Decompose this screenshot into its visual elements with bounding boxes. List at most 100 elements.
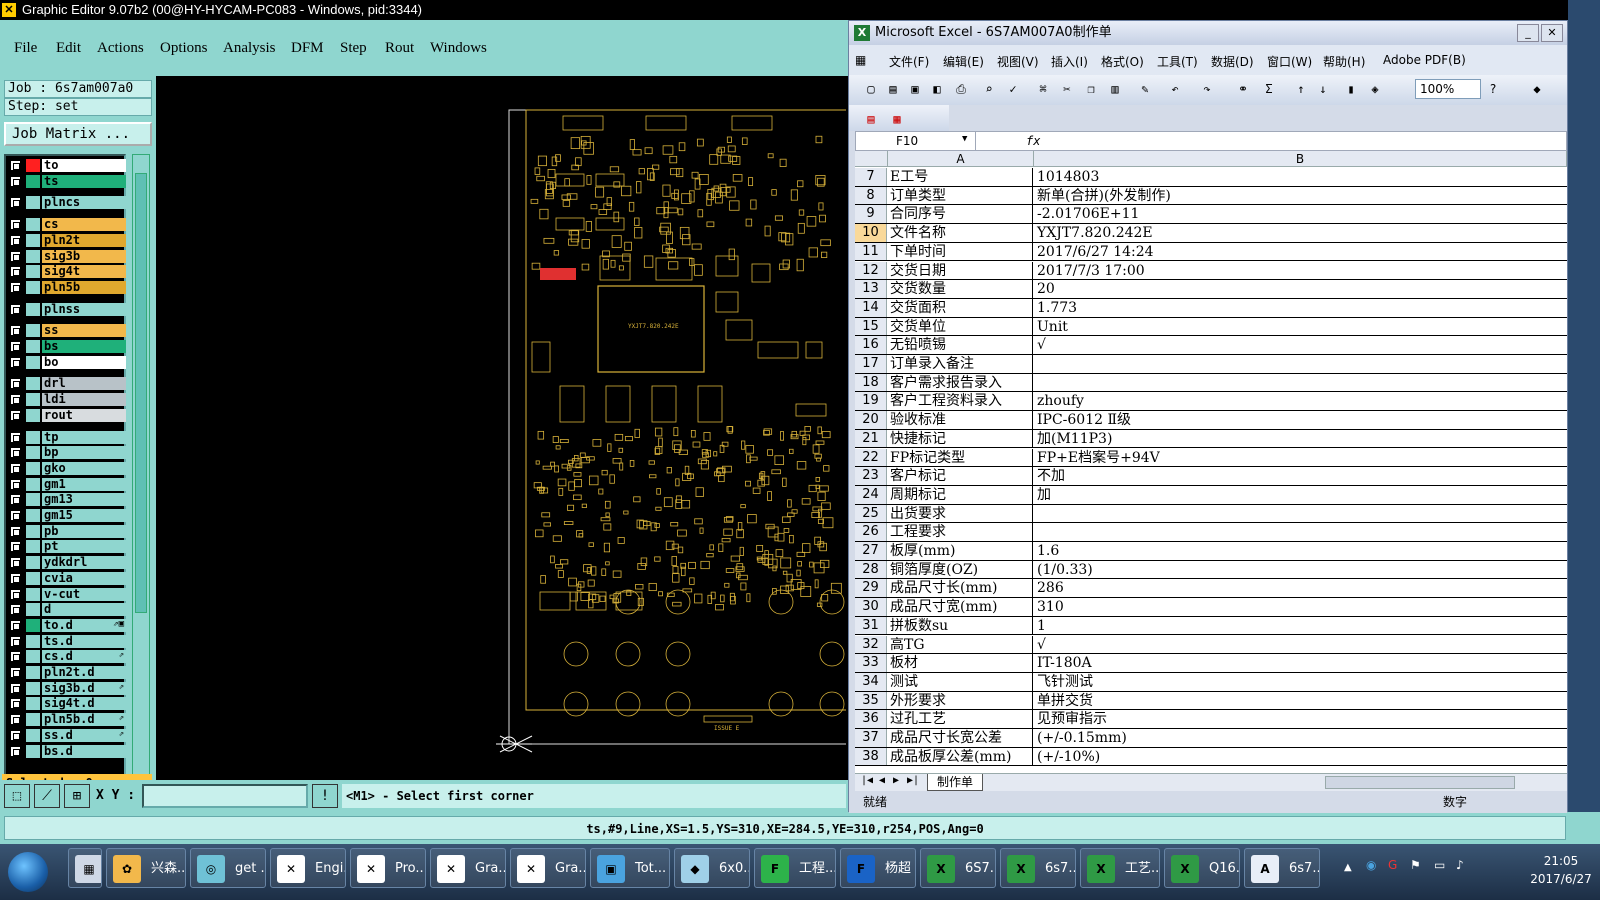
research-icon[interactable]: ⌘ — [1035, 81, 1051, 97]
taskbar-item[interactable]: X 6s7... — [1000, 848, 1076, 888]
layer-name[interactable]: cs.d — [42, 650, 126, 664]
layer-checkbox[interactable] — [10, 303, 21, 315]
save-icon[interactable]: ▣ — [907, 81, 923, 97]
print-preview-icon[interactable]: ⌕ — [981, 81, 997, 97]
cell-a[interactable]: 成品尺寸宽(mm) — [889, 598, 1033, 616]
layer-color-swatch[interactable] — [26, 744, 40, 758]
layer-color-swatch[interactable] — [26, 634, 40, 648]
layer-checkbox[interactable] — [10, 160, 21, 171]
sheet-row[interactable]: 13 交货数量 20 — [855, 280, 1567, 299]
cell-a[interactable]: 高TG — [889, 635, 1033, 654]
cell-b[interactable]: Unit — [1035, 318, 1565, 336]
layer-row-ldi[interactable]: ldi — [8, 392, 126, 407]
layer-row-gko[interactable]: gko — [8, 461, 126, 476]
sheet-row[interactable]: 35 外形要求 单拼交货 — [855, 691, 1567, 711]
layer-checkbox[interactable] — [10, 682, 21, 694]
layer-color-swatch[interactable] — [26, 408, 40, 422]
layer-name[interactable]: gko — [42, 461, 126, 475]
layer-color-swatch[interactable] — [26, 340, 40, 353]
excel-menu-tools[interactable]: 工具(T) — [1157, 53, 1198, 70]
tab-next-icon[interactable]: ▶ — [893, 775, 899, 786]
sheet-row[interactable]: 28 铜箔厚度(OZ) (1/0.33) — [855, 560, 1567, 580]
layer-checkbox[interactable] — [10, 494, 21, 506]
layer-name[interactable]: cvia — [42, 571, 126, 585]
menu-dfm[interactable]: DFM — [291, 40, 324, 57]
layer-color-swatch[interactable] — [26, 302, 40, 316]
layer-color-swatch[interactable] — [26, 650, 40, 664]
taskbar-item[interactable]: ◎ get ... — [190, 848, 266, 888]
layer-row-ydkdrl[interactable]: ydkdrl — [8, 555, 126, 570]
taskbar-item[interactable]: X 6S7... — [920, 848, 996, 888]
layer-name[interactable]: v-cut — [42, 587, 126, 601]
cell-b[interactable]: √ — [1035, 636, 1565, 654]
sheet-row[interactable]: 30 成品尺寸宽(mm) 310 — [855, 598, 1567, 617]
excel-menu-insert[interactable]: 插入(I) — [1051, 53, 1088, 70]
excel-menu-help[interactable]: 帮助(H) — [1323, 53, 1365, 70]
grid-tool-icon[interactable]: ⊞ — [64, 784, 90, 808]
sheet-row[interactable]: 33 板材 IT-180A — [855, 654, 1567, 673]
cell-b[interactable]: (+/-10%) — [1035, 748, 1565, 766]
layer-color-swatch[interactable] — [26, 603, 40, 617]
sheet-row[interactable]: 8 订单类型 新单(合拼)(外发制作) — [855, 186, 1567, 206]
layer-row-ss.d[interactable]: ss.d ⇗ — [8, 728, 126, 743]
sheet-row[interactable]: 34 测试 飞针测试 — [855, 672, 1567, 692]
layer-color-swatch[interactable] — [26, 249, 40, 263]
sheet-row[interactable]: 12 交货日期 2017/7/3 17:00 — [855, 261, 1567, 281]
row-header[interactable]: 38 — [855, 747, 887, 766]
layer-row-plncs[interactable]: plncs — [8, 195, 126, 210]
cut-icon[interactable]: ✂ — [1059, 81, 1075, 97]
cell-a[interactable]: 客户需求报告录入 — [889, 373, 1033, 392]
layer-color-swatch[interactable] — [26, 265, 40, 279]
layer-row-sig3b[interactable]: sig3b — [8, 249, 126, 264]
taskbar-item[interactable]: ✕ Engi... — [270, 848, 346, 888]
tray-expand-icon[interactable]: ▲ — [1344, 862, 1352, 873]
taskbar-item[interactable]: A 6s7... — [1244, 848, 1320, 888]
row-header[interactable]: 7 — [855, 168, 887, 186]
row-header[interactable]: 14 — [855, 298, 887, 317]
taskbar-item[interactable]: X 工艺... — [1080, 848, 1160, 888]
layer-checkbox[interactable] — [10, 219, 21, 231]
taskbar-item[interactable]: ✕ Pro... — [350, 848, 426, 888]
layer-checkbox[interactable] — [10, 378, 21, 390]
taskbar-item[interactable]: ✕ Gra... — [430, 848, 506, 888]
menu-step[interactable]: Step — [340, 40, 367, 57]
layer-name[interactable]: ts.d — [42, 634, 126, 648]
layer-color-swatch[interactable] — [26, 196, 40, 210]
cell-a[interactable]: 拼板数su — [889, 616, 1033, 635]
layer-name[interactable]: pln5b.d — [42, 713, 126, 727]
cell-b[interactable]: 2017/6/27 14:24 — [1035, 243, 1565, 261]
layer-name[interactable]: sig4t — [42, 265, 126, 279]
taskbar-item[interactable]: F 工程... — [754, 848, 836, 888]
layer-row-bo[interactable]: bo — [8, 355, 126, 370]
autosum-icon[interactable]: Σ — [1261, 81, 1277, 97]
layer-row-tp[interactable]: tp — [8, 430, 126, 445]
layer-name[interactable]: rout — [42, 408, 126, 422]
fx-icon[interactable]: fx — [1026, 132, 1046, 150]
layer-row-gm13[interactable]: gm13 — [8, 492, 126, 507]
layer-checkbox[interactable] — [10, 557, 21, 569]
layer-name[interactable]: bo — [42, 355, 126, 369]
cell-b[interactable]: (+/-0.15mm) — [1035, 729, 1565, 747]
menu-windows[interactable]: Windows — [430, 40, 487, 57]
layer-name[interactable]: sig3b.d — [42, 681, 126, 695]
cell-a[interactable]: 铜箔厚度(OZ) — [889, 560, 1033, 579]
row-header[interactable]: 37 — [855, 729, 887, 747]
menu-actions[interactable]: Actions — [97, 40, 144, 57]
cell-b[interactable]: 不加 — [1035, 467, 1565, 485]
column-header-a[interactable]: A — [888, 151, 1034, 167]
sheet-row[interactable]: 29 成品尺寸长(mm) 286 — [855, 579, 1567, 599]
layer-name[interactable]: ldi — [42, 393, 126, 407]
minimize-icon[interactable]: _ — [1517, 24, 1539, 42]
excel-menu-view[interactable]: 视图(V) — [997, 53, 1039, 70]
cell-a[interactable]: 交货单位 — [889, 317, 1033, 336]
layer-checkbox[interactable] — [10, 266, 21, 278]
layer-color-swatch[interactable] — [26, 493, 40, 507]
cell-b[interactable]: 286 — [1035, 579, 1565, 597]
layer-row-cs[interactable]: cs — [8, 217, 126, 232]
layer-row-pln2t.d[interactable]: pln2t.d — [8, 665, 126, 680]
row-header[interactable]: 8 — [855, 186, 887, 205]
row-header[interactable]: 9 — [855, 205, 887, 224]
layer-name[interactable]: tp — [42, 430, 126, 444]
sheet-row[interactable]: 18 客户需求报告录入 — [855, 373, 1567, 393]
cell-a[interactable]: 快捷标记 — [889, 429, 1033, 448]
